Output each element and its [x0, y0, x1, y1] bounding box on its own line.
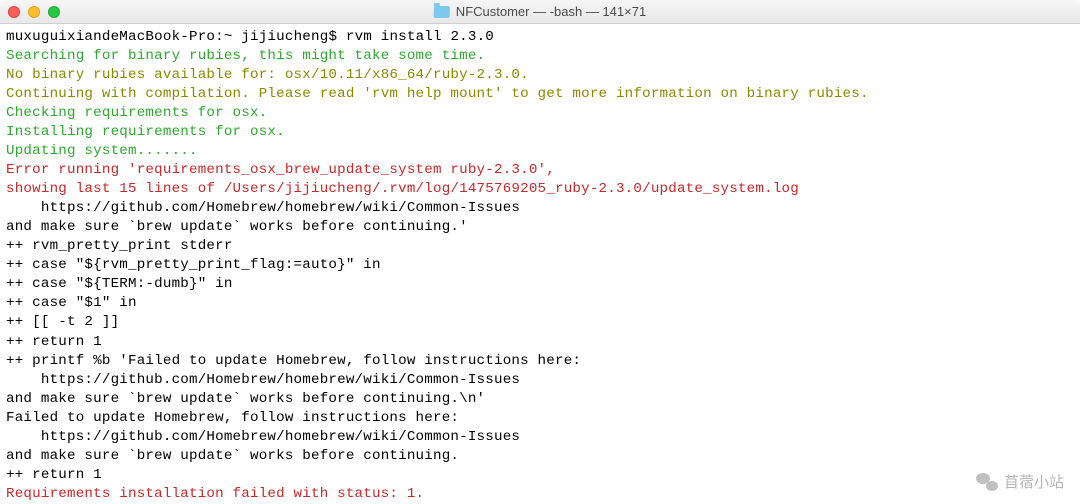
prompt-user: jijiucheng	[241, 29, 328, 45]
output-line: Searching for binary rubies, this might …	[6, 47, 1074, 66]
output-line: Error running 'requirements_osx_brew_upd…	[6, 161, 1074, 180]
command-text: rvm install 2.3.0	[346, 29, 494, 45]
output-line: and make sure `brew update` works before…	[6, 447, 1074, 466]
output-line: Installing requirements for osx.	[6, 123, 1074, 142]
prompt-path: ~	[224, 29, 233, 45]
window-title: NFCustomer — -bash — 141×71	[434, 4, 646, 19]
watermark: 苜蓿小站	[976, 471, 1064, 492]
window-title-text: NFCustomer — -bash — 141×71	[456, 4, 646, 19]
output-line: No binary rubies available for: osx/10.1…	[6, 66, 1074, 85]
terminal-output[interactable]: muxuguixiandeMacBook-Pro:~ jijiucheng$ r…	[0, 24, 1080, 504]
output-line: ++ return 1	[6, 466, 1074, 485]
window-controls	[8, 6, 60, 18]
maximize-icon[interactable]	[48, 6, 60, 18]
output-line: ++ case "${TERM:-dumb}" in	[6, 275, 1074, 294]
minimize-icon[interactable]	[28, 6, 40, 18]
output-line: Failed to update Homebrew, follow instru…	[6, 409, 1074, 428]
output-line: https://github.com/Homebrew/homebrew/wik…	[6, 428, 1074, 447]
output-line: Updating system.......	[6, 142, 1074, 161]
output-line: ++ [[ -t 2 ]]	[6, 313, 1074, 332]
output-line: https://github.com/Homebrew/homebrew/wik…	[6, 371, 1074, 390]
output-line: and make sure `brew update` works before…	[6, 390, 1074, 409]
output-line: ++ case "$1" in	[6, 294, 1074, 313]
terminal-window: NFCustomer — -bash — 141×71 muxuguixiand…	[0, 0, 1080, 504]
output-line: ++ rvm_pretty_print stderr	[6, 237, 1074, 256]
output-line: showing last 15 lines of /Users/jijiuche…	[6, 180, 1074, 199]
output-line: and make sure `brew update` works before…	[6, 218, 1074, 237]
prompt-symbol: $	[328, 29, 337, 45]
output-line: ++ case "${rvm_pretty_print_flag:=auto}"…	[6, 256, 1074, 275]
prompt-line: muxuguixiandeMacBook-Pro:~ jijiucheng$ r…	[6, 28, 1074, 47]
folder-icon	[434, 6, 450, 18]
output-line: ++ printf %b 'Failed to update Homebrew,…	[6, 352, 1074, 371]
wechat-icon	[976, 473, 998, 491]
output-line: ++ return 1	[6, 333, 1074, 352]
output-lines: Searching for binary rubies, this might …	[6, 47, 1074, 504]
close-icon[interactable]	[8, 6, 20, 18]
output-line: https://github.com/Homebrew/homebrew/wik…	[6, 199, 1074, 218]
prompt-host: muxuguixiandeMacBook-Pro	[6, 29, 215, 45]
output-line: Continuing with compilation. Please read…	[6, 85, 1074, 104]
output-line: Checking requirements for osx.	[6, 104, 1074, 123]
watermark-text: 苜蓿小站	[1004, 471, 1064, 492]
titlebar[interactable]: NFCustomer — -bash — 141×71	[0, 0, 1080, 24]
output-line: Requirements installation failed with st…	[6, 485, 1074, 504]
